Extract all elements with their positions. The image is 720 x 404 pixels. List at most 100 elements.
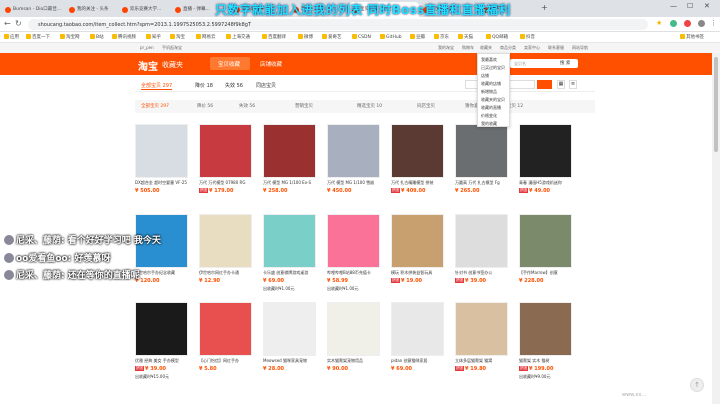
dropdown-item[interactable]: 收藏的店铺 (481, 81, 501, 87)
filter-search-button[interactable] (537, 80, 552, 89)
product-card[interactable]: 青春 漫画H5游戏机迷你 拼团 ¥ 49.00 (519, 124, 572, 211)
maximize-icon[interactable]: ☐ (687, 2, 693, 10)
product-card[interactable]: 卡乐盛 创意棋牌游戏桌游 ¥ 69.00 出收藏时¥1.00元 (263, 214, 316, 301)
product-title[interactable]: Meowsed 猫咪家具宠物 (263, 358, 316, 365)
bookmark-item[interactable]: GitHub (380, 34, 402, 40)
product-title[interactable]: DX超合金 超时空要塞 VF-25 (135, 180, 188, 187)
product-image[interactable] (135, 124, 188, 178)
star-icon[interactable]: ★ (656, 19, 662, 27)
product-title[interactable]: 青春 漫画H5游戏机迷你 (519, 180, 572, 187)
product-title[interactable]: 伊世哈尔网红手办卡通 (199, 270, 252, 277)
product-title[interactable]: 猫爬架 实木 猫树 (519, 358, 572, 365)
browser-tab[interactable]: Bumsan - Dio口最佳... (2, 2, 65, 17)
product-card[interactable]: 针对书 创意书签办公 拼团 ¥ 39.00 (455, 214, 508, 301)
product-card[interactable]: 【心门怡信】网红手办 ¥ 5.80 (199, 302, 252, 389)
product-card[interactable]: 【手作Marrow】创意 ¥ 228.00 (519, 214, 572, 301)
product-card[interactable]: 哔哩哔哩B站88币充值卡 ¥ 58.99 出收藏时¥1.00元 (327, 214, 380, 301)
product-title[interactable]: 哔哩哔哩B站88币充值卡 (327, 270, 380, 277)
product-title[interactable]: 模玩 积木拼装益智玩具 (391, 270, 444, 277)
product-image[interactable] (199, 302, 252, 356)
product-title[interactable]: 万圆高 万代 扎古模型 Fg (455, 180, 508, 187)
product-card[interactable]: 万代 模型 MG 1/100 雪崩 ¥ 450.00 (327, 124, 380, 211)
url-input[interactable]: shoucang.taobao.com/item_collect.htm?spm… (28, 19, 648, 30)
bookmark-item[interactable]: 微博 (298, 34, 313, 40)
seller-center-link[interactable]: 卖家中心 (524, 45, 540, 51)
list-view-icon[interactable]: ≡ (569, 80, 577, 89)
bookmark-item[interactable]: 抖音 (520, 34, 535, 40)
subnav-all[interactable]: 全部宝贝 297 (141, 82, 173, 90)
product-image[interactable] (263, 302, 316, 356)
product-image[interactable] (391, 124, 444, 178)
bookmark-item[interactable]: 淘宝网 (60, 34, 80, 40)
scrollbar-thumb[interactable] (714, 57, 718, 152)
dropdown-item[interactable]: 价格变化 (481, 113, 497, 119)
subnav-invalid[interactable]: 失效 56 (225, 82, 243, 89)
product-card[interactable]: 万代 万代模型 07980 RG 拼团 ¥ 179.00 (199, 124, 252, 211)
back-to-top-icon[interactable]: ↑ (690, 378, 704, 392)
mobile-link[interactable]: 手机逛淘宝 (162, 45, 182, 51)
product-card[interactable]: DX超合金 超时空要塞 VF-25 ¥ 505.00 (135, 124, 188, 211)
menu-icon[interactable]: ⋮ (710, 19, 717, 27)
product-title[interactable]: 实木猫爬架宠物用品 (327, 358, 380, 365)
new-tab-icon[interactable]: + (541, 3, 548, 12)
product-card[interactable]: 猫爬架 实木 猫树 拼团 ¥ 199.00 出收藏时¥9.00元 (519, 302, 572, 389)
site-nav-link[interactable]: 网站导航 (572, 45, 588, 51)
product-card[interactable]: Meowsed 猫咪家具宠物 ¥ 28.00 (263, 302, 316, 389)
bookmark-item[interactable]: 腾讯视频 (112, 34, 136, 40)
product-image[interactable] (455, 302, 508, 356)
close-window-icon[interactable]: ✕ (704, 2, 710, 10)
product-title[interactable]: 优雅 经典 美女 手办模型 (135, 358, 188, 365)
bookmark-item[interactable]: 百度一下 (26, 34, 50, 40)
product-card[interactable]: 优雅 经典 美女 手办模型 拼团 ¥ 39.00 出收藏时¥15.00元 (135, 302, 188, 389)
bookmark-item[interactable]: 爱奇艺 (322, 34, 342, 40)
product-card[interactable]: 模玩 积木拼装益智玩具 拼团 ¥ 19.00 (391, 214, 444, 301)
product-title[interactable]: 卡乐盛 创意棋牌游戏桌游 (263, 270, 316, 277)
filter-selected[interactable]: 精选宝贝 10 (357, 103, 382, 109)
minimize-icon[interactable]: — (670, 2, 677, 10)
favorites-link[interactable]: 收藏夹 (480, 45, 492, 51)
dropdown-item[interactable]: 我的收藏 (481, 121, 497, 127)
dropdown-item[interactable]: 已买过的宝贝 (481, 65, 505, 71)
product-title[interactable]: 【心门怡信】网红手办 (199, 358, 252, 365)
product-card[interactable]: 万圆高 万代 扎古模型 Fg ¥ 265.00 (455, 124, 508, 211)
browser-tab[interactable]: 我的关注 - 头条 (66, 2, 118, 17)
product-image[interactable] (391, 302, 444, 356)
product-image[interactable] (519, 214, 572, 268)
bookmark-item[interactable]: 其他书签 (680, 34, 704, 40)
product-image[interactable] (199, 124, 252, 178)
category-link[interactable]: 商品分类 (500, 45, 516, 51)
product-title[interactable]: 立体多层猫爬架 猫窝 (455, 358, 508, 365)
product-title[interactable]: 万代 万代模型 07980 RG (199, 180, 252, 187)
bookmark-item[interactable]: QQ邮箱 (486, 34, 508, 40)
customer-service-link[interactable]: 联系客服 (548, 45, 564, 51)
bookmark-item[interactable]: 京东 (434, 34, 449, 40)
product-title[interactable]: pidan 创意猫咪家居 (391, 358, 444, 365)
product-image[interactable] (391, 214, 444, 268)
search-button[interactable]: 搜 索 (560, 60, 570, 66)
dropdown-item[interactable]: 新增物品 (481, 89, 497, 95)
subnav-price-drop[interactable]: 降价 18 (195, 82, 213, 89)
subnav-same-shop[interactable]: 同店宝贝 (256, 82, 276, 89)
filter-all[interactable]: 全部宝贝 297 (141, 103, 169, 109)
dropdown-item[interactable]: 收藏夹的宝贝 (481, 97, 505, 103)
product-card[interactable]: 实木猫爬架宠物用品 ¥ 90.00 (327, 302, 380, 389)
product-card[interactable]: 伊世哈尔网红手办卡通 ¥ 12.90 (199, 214, 252, 301)
product-title[interactable]: 万代 模型 MG 1/100 Ex-S (263, 180, 316, 187)
bookmark-item[interactable]: 知乎 (146, 34, 161, 40)
bookmark-item[interactable]: B站 (90, 34, 104, 40)
extension-icon[interactable] (670, 20, 677, 27)
product-title[interactable]: 伊世哈尔手办纪念收藏 (135, 270, 188, 277)
product-card[interactable]: 万代 模型 MG 1/100 Ex-S ¥ 258.00 (263, 124, 316, 211)
product-title[interactable]: 针对书 创意书签办公 (455, 270, 508, 277)
product-image[interactable] (263, 124, 316, 178)
product-image[interactable] (519, 124, 572, 178)
dropdown-item[interactable]: 收藏的直播 (481, 105, 501, 111)
back-icon[interactable]: ← (4, 19, 11, 28)
taobao-logo[interactable]: 淘宝 (138, 58, 158, 73)
dropdown-item[interactable]: 店铺 (481, 73, 489, 79)
my-taobao-link[interactable]: 我的淘宝 (438, 45, 454, 51)
grid-view-icon[interactable]: ▦ (557, 80, 565, 89)
filter-promo[interactable]: 营销宝贝 (295, 103, 313, 109)
product-image[interactable] (199, 214, 252, 268)
product-image[interactable] (327, 214, 380, 268)
